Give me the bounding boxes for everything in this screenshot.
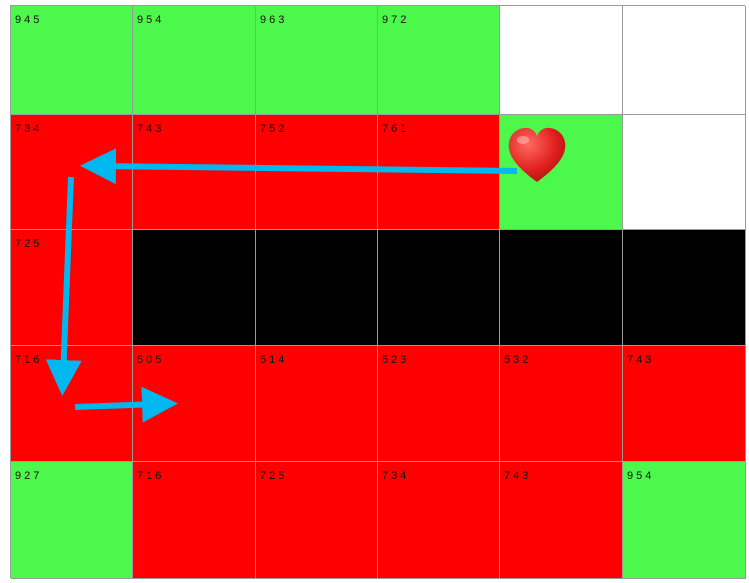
grid-cell[interactable] bbox=[623, 115, 746, 230]
grid-cell[interactable] bbox=[500, 230, 623, 346]
grid-cell[interactable]: 725 bbox=[11, 230, 133, 346]
cell-value: 716 bbox=[15, 354, 43, 366]
grid-cell[interactable]: 752 bbox=[256, 115, 378, 230]
grid-cell[interactable]: 954 bbox=[133, 6, 256, 115]
cell-value: 532 bbox=[504, 354, 532, 366]
grid-cell[interactable] bbox=[623, 6, 746, 115]
grid-cell[interactable]: 734 bbox=[378, 462, 500, 579]
grid-cell[interactable] bbox=[256, 230, 378, 346]
grid-cell[interactable]: 743 bbox=[133, 115, 256, 230]
cell-value: 514 bbox=[260, 354, 288, 366]
grid-cell[interactable]: 716 bbox=[11, 346, 133, 462]
cell-value: 743 bbox=[627, 354, 655, 366]
cell-value: 963 bbox=[260, 14, 288, 26]
grid-cell[interactable]: 963 bbox=[256, 6, 378, 115]
grid-cell[interactable] bbox=[378, 230, 500, 346]
grid-cell[interactable]: 725 bbox=[256, 462, 378, 579]
grid-cell[interactable]: 734 bbox=[11, 115, 133, 230]
grid-cell[interactable] bbox=[133, 230, 256, 346]
grid-cell[interactable]: 514 bbox=[256, 346, 378, 462]
grid-cell[interactable]: 945 bbox=[11, 6, 133, 115]
grid-cell[interactable]: 743 bbox=[500, 462, 623, 579]
grid-cell[interactable]: 743 bbox=[623, 346, 746, 462]
cell-value: 752 bbox=[260, 123, 288, 135]
game-board: 945 954 963 972 734 743 752 761 725 716 505 514 523 5… bbox=[10, 5, 746, 579]
cell-value: 761 bbox=[382, 123, 410, 135]
cell-value: 743 bbox=[137, 123, 165, 135]
grid-cell[interactable]: 523 bbox=[378, 346, 500, 462]
cell-value: 945 bbox=[15, 14, 43, 26]
cell-value: 734 bbox=[15, 123, 43, 135]
grid-cell[interactable]: 761 bbox=[378, 115, 500, 230]
grid-cell[interactable]: 972 bbox=[378, 6, 500, 115]
grid-cell[interactable]: 532 bbox=[500, 346, 623, 462]
cell-value: 725 bbox=[15, 238, 43, 250]
grid-cell[interactable] bbox=[623, 230, 746, 346]
cell-value: 716 bbox=[137, 470, 165, 482]
cell-value: 725 bbox=[260, 470, 288, 482]
cell-value: 954 bbox=[137, 14, 165, 26]
cell-value: 734 bbox=[382, 470, 410, 482]
grid-cell[interactable]: 927 bbox=[11, 462, 133, 579]
heart-icon bbox=[508, 127, 566, 182]
grid-cell[interactable]: 716 bbox=[133, 462, 256, 579]
cell-value: 972 bbox=[382, 14, 410, 26]
cell-value: 743 bbox=[504, 470, 532, 482]
grid-cell[interactable]: 505 bbox=[133, 346, 256, 462]
cell-value: 927 bbox=[15, 470, 43, 482]
cell-value: 523 bbox=[382, 354, 410, 366]
grid-cell[interactable]: 954 bbox=[623, 462, 746, 579]
cell-value: 505 bbox=[137, 354, 165, 366]
cell-value: 954 bbox=[627, 470, 655, 482]
grid-cell[interactable] bbox=[500, 6, 623, 115]
